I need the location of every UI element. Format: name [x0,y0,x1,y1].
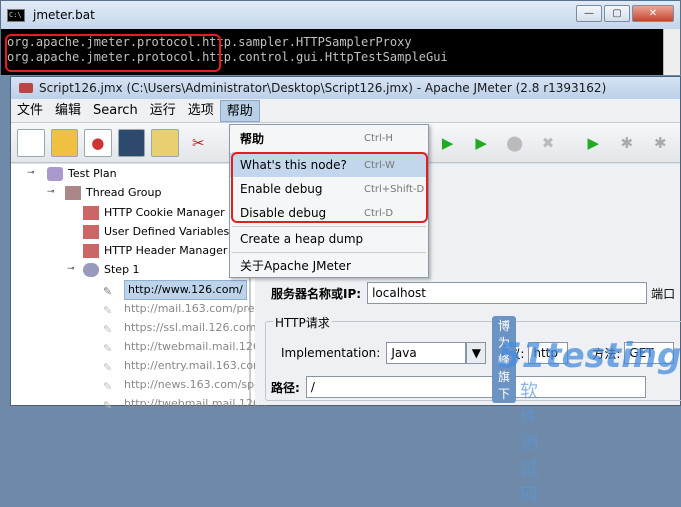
save-icon[interactable] [117,128,146,157]
tree-node[interactable]: ✎ http://mail.163.com/prelo [103,300,264,318]
sampler-pen-icon: ✎ [103,285,113,298]
menu-edit[interactable]: 编辑 [49,100,87,122]
flask-icon [47,167,63,181]
tree-node-selected[interactable]: ✎ http://www.126.com/ [103,280,247,300]
tree-node[interactable]: ✎ http://twebmail.mail.126.c [103,338,269,356]
tree-node[interactable]: ✎ https://ssl.mail.126.com/e [103,319,267,337]
tree-node[interactable]: ✎ http://entry.mail.163.com [103,357,264,375]
tree-node[interactable]: HTTP Cookie Manager [83,204,225,222]
remote-start-icon[interactable]: ▶ [580,129,607,157]
watermark-brand: 51testing [498,336,681,376]
chevron-down-icon[interactable]: ▼ [466,342,487,364]
start-icon[interactable]: ▶ [434,129,461,157]
console-scrollbar[interactable] [663,29,680,75]
menu-item-help[interactable]: 帮助 Ctrl-H [230,126,428,150]
thread-group-icon [65,186,81,200]
new-icon[interactable] [17,128,45,157]
tree-node[interactable]: ✎ http://twebmail.mail.126.c [103,395,269,413]
port-label: 端口 [651,286,676,301]
menu-file[interactable]: 文件 [11,100,49,122]
server-label: 服务器名称或IP: [271,286,362,301]
edit-icon[interactable] [151,128,179,157]
server-input[interactable]: localhost [367,282,648,304]
sampler-pen-icon: ✎ [103,361,113,374]
sampler-pen-icon: ✎ [103,399,113,412]
window-title: Script126.jmx (C:\Users\Administrator\De… [39,81,607,95]
shutdown-icon[interactable]: ✖ [534,129,561,157]
menu-item-heap-dump[interactable]: Create a heap dump [230,227,428,251]
impl-label: Implementation: [281,346,381,360]
maximize-button[interactable]: ▢ [604,5,630,22]
open-folder-icon[interactable] [50,128,79,157]
sampler-pen-icon: ✎ [103,342,113,355]
stop-icon[interactable]: ⬤ [501,129,528,157]
highlight-box [231,152,428,223]
jmeter-titlebar: Script126.jmx (C:\Users\Administrator\De… [11,77,680,99]
watermark-bottom: 软件测试网 [520,381,542,506]
open-recent-icon[interactable]: ● [84,128,112,157]
test-tree: ⊸ Test Plan ⊸ Thread Group HTTP Cookie M… [11,164,269,412]
config-icon [83,206,99,220]
remote-exit-icon[interactable]: ✱ [647,129,674,157]
sampler-pen-icon: ✎ [103,380,113,393]
jmeter-feather-icon [19,83,33,93]
tree-node[interactable]: Thread Group [65,184,161,202]
sampler-pen-icon: ✎ [103,323,113,336]
path-input[interactable]: / [305,376,646,398]
menu-item-about[interactable]: 关于Apache JMeter [230,253,428,277]
menu-help[interactable]: 帮助 [219,99,260,122]
cut-icon[interactable]: ✂ [185,129,212,157]
highlight-box [5,34,221,72]
http-request-title: HTTP请求 [273,314,332,331]
tree-node[interactable]: HTTP Header Manager [83,242,227,260]
menubar: 文件 编辑 Search 运行 选项 帮助 [11,99,680,123]
sampler-pen-icon: ✎ [103,304,113,317]
start-no-pause-icon[interactable]: ▶ [467,129,494,157]
menu-run[interactable]: 运行 [144,100,182,122]
config-icon [83,225,99,239]
close-button[interactable]: ✕ [632,5,674,22]
impl-select[interactable]: Java [386,342,467,364]
menu-search[interactable]: Search [87,100,144,122]
tree-node[interactable]: Step 1 [83,261,140,279]
tree-node[interactable]: ✎ http://news.163.com/spe [103,376,261,394]
config-icon [83,244,99,258]
cmd-icon: C:\ [7,8,25,22]
console-window: C:\ jmeter.bat — ▢ ✕ org.apache.jmeter.p… [0,0,681,75]
tree-node[interactable]: Test Plan [47,165,117,183]
menu-options[interactable]: 选项 [182,100,220,122]
path-label: 路径: [271,380,300,395]
console-titlebar: C:\ jmeter.bat — ▢ ✕ [1,1,680,29]
console-title: jmeter.bat [33,8,95,22]
tree-node[interactable]: User Defined Variables [83,223,229,241]
remote-stop-icon[interactable]: ✱ [613,129,640,157]
minimize-button[interactable]: — [576,5,602,22]
transaction-controller-icon [83,263,99,277]
